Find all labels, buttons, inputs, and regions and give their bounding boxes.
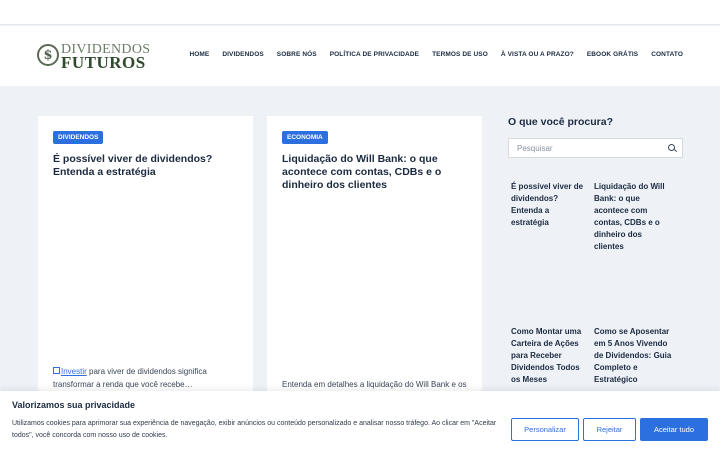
search-input[interactable] — [517, 139, 657, 157]
accept-all-button[interactable]: Aceitar tudo — [640, 418, 708, 441]
nav-contato[interactable]: CONTATO — [651, 51, 683, 58]
main-nav: HOME DIVIDENDOS SOBRE NÓS POLÍTICA DE PR… — [189, 51, 683, 58]
cookie-text: Utilizamos cookies para aprimorar sua ex… — [12, 420, 497, 439]
top-strip — [0, 0, 720, 25]
nav-ebook-gratis[interactable]: EBOOK GRÁTIS — [587, 51, 638, 58]
post-card: ECONOMIA Liquidação do Will Bank: o que … — [267, 116, 482, 406]
category-badge[interactable]: ECONOMIA — [282, 131, 328, 144]
dollar-coin-icon: $ — [37, 44, 59, 66]
post-excerpt: Entenda em detalhes a liquidação do Will… — [282, 380, 467, 389]
nav-dividendos[interactable]: DIVIDENDOS — [222, 51, 263, 58]
sidebar-title: O que você procura? — [508, 116, 614, 128]
cookie-title: Valorizamos sua privacidade — [12, 400, 136, 410]
nav-a-vista-ou-prazo[interactable]: À VISTA OU A PRAZO? — [501, 51, 574, 58]
post-card: DIVIDENDOS É possível viver de dividendo… — [38, 116, 253, 406]
site-header: $ DIVIDENDOS FUTUROS HOME DIVIDENDOS SOB… — [0, 26, 720, 86]
nav-termos-uso[interactable]: TERMOS DE USO — [432, 51, 488, 58]
logo-text-bottom: FUTUROS — [61, 53, 146, 72]
excerpt-link[interactable]: Investir — [61, 367, 87, 376]
post-title[interactable]: É possível viver de dividendos? Entenda … — [53, 153, 243, 179]
site-logo[interactable]: $ DIVIDENDOS FUTUROS — [37, 42, 150, 72]
category-badge[interactable]: DIVIDENDOS — [53, 131, 104, 144]
nav-sobre-nos[interactable]: SOBRE NÓS — [277, 51, 317, 58]
reject-button[interactable]: Rejeitar — [583, 418, 636, 441]
chart-emoji-icon — [53, 367, 60, 375]
sidebar-post-link[interactable]: Como Montar uma Carteira de Ações para R… — [511, 326, 589, 386]
nav-home[interactable]: HOME — [189, 51, 209, 58]
sidebar-post-link[interactable]: Como se Aposentar em 5 Anos Vivendo de D… — [594, 326, 672, 386]
sidebar: O que você procura? — [508, 116, 683, 158]
nav-politica-privacidade[interactable]: POLÍTICA DE PRIVACIDADE — [330, 51, 419, 58]
sidebar-post-link[interactable]: Liquidação do Will Bank: o que acontece … — [594, 181, 672, 253]
cookie-banner: Valorizamos sua privacidade Utilizamos c… — [0, 391, 720, 450]
post-title[interactable]: Liquidação do Will Bank: o que acontece … — [282, 153, 472, 192]
post-excerpt: Investir para viver de dividendos signif… — [53, 365, 243, 391]
sidebar-post-link[interactable]: É possível viver de dividendos? Entenda … — [511, 181, 589, 229]
customize-button[interactable]: Personalizar — [511, 418, 579, 441]
search-icon[interactable] — [668, 144, 675, 151]
search-box — [508, 138, 683, 158]
